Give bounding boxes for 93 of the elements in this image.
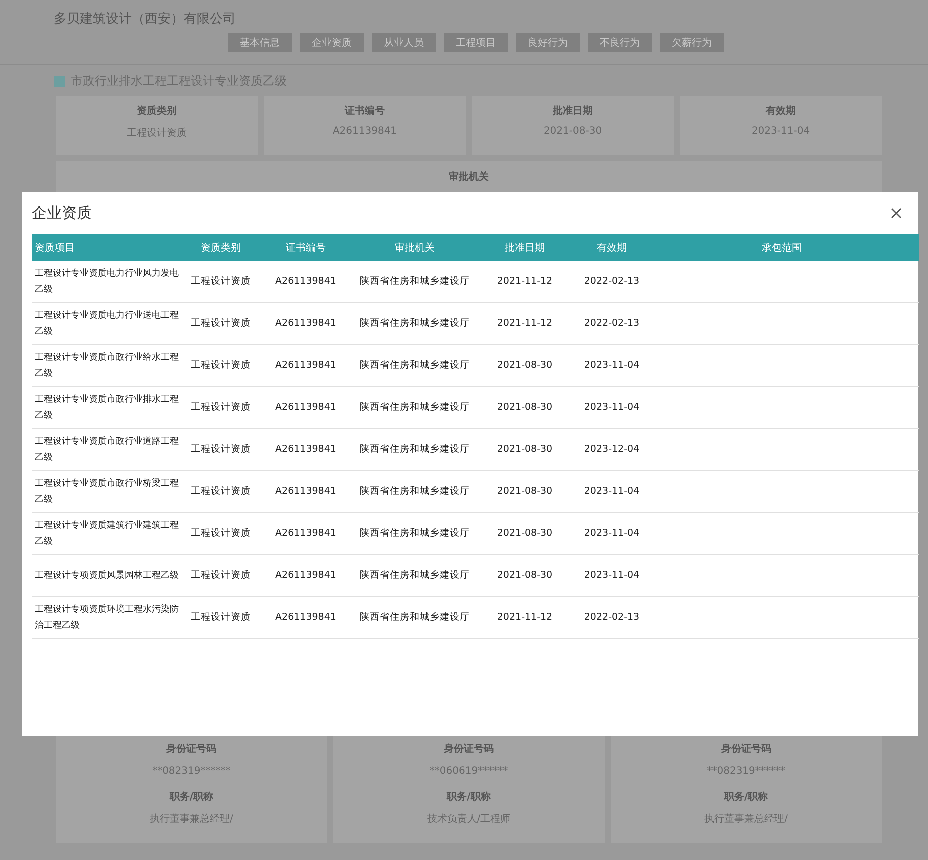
table-cell: 2021-11-12: [471, 596, 579, 638]
table-cell: 2023-11-04: [579, 344, 645, 386]
table-cell: 工程设计资质: [189, 596, 253, 638]
table-cell: 陕西省住房和城乡建设厅: [359, 596, 471, 638]
table-cell: 工程设计资质: [189, 386, 253, 428]
card-value: 2021-08-30: [544, 126, 602, 137]
table-cell: 工程设计专业资质电力行业风力发电乙级: [32, 261, 189, 302]
card-value: **082319******: [707, 765, 786, 779]
nav-tab[interactable]: 欠薪行为: [660, 33, 724, 52]
card-label: 资质类别: [137, 104, 177, 118]
card-value: **082319******: [152, 765, 231, 779]
nav-tab[interactable]: 企业资质: [300, 33, 364, 52]
table-cell: 2023-11-04: [579, 512, 645, 554]
card-label: 身份证号码: [166, 743, 217, 757]
table-cell: 陕西省住房和城乡建设厅: [359, 344, 471, 386]
table-cell: 工程设计专项资质环境工程水污染防治工程乙级: [32, 596, 189, 638]
table-cell: 工程设计专业资质市政行业排水工程乙级: [32, 386, 189, 428]
column-header: 批准日期: [471, 234, 579, 261]
table-cell: 工程设计专项资质风景园林工程乙级: [32, 554, 189, 596]
table-cell: 陕西省住房和城乡建设厅: [359, 512, 471, 554]
card-value: 2023-11-04: [752, 126, 810, 137]
table-cell: 2021-11-12: [471, 261, 579, 302]
table-cell: 2022-02-13: [579, 302, 645, 344]
card-value: **060619******: [430, 765, 508, 779]
table-cell: 2021-08-30: [471, 428, 579, 470]
table-cell: A261139841: [253, 596, 359, 638]
table-cell: 工程设计资质: [189, 261, 253, 302]
column-header: 资质类别: [189, 234, 253, 261]
column-header: 资质项目: [32, 234, 189, 261]
table-cell: 工程设计资质: [189, 344, 253, 386]
table-cell: 工程设计资质: [189, 470, 253, 512]
column-header: 证书编号: [253, 234, 359, 261]
nav-tab[interactable]: 工程项目: [444, 33, 508, 52]
table-cell: 工程设计资质: [189, 428, 253, 470]
nav-tab[interactable]: 不良行为: [588, 33, 652, 52]
card-label: 职务/职称: [170, 791, 214, 805]
table-cell: A261139841: [253, 386, 359, 428]
table-cell: 工程设计资质: [189, 302, 253, 344]
table-cell: 工程设计专业资质市政行业桥梁工程乙级: [32, 470, 189, 512]
column-header: 审批机关: [359, 234, 471, 261]
table-cell: 工程设计资质: [189, 554, 253, 596]
table-cell: 工程设计资质: [189, 512, 253, 554]
nav-tab[interactable]: 从业人员: [372, 33, 436, 52]
card-value: A261139841: [332, 126, 398, 137]
card-label: 证书编号: [345, 104, 385, 118]
card-value: 执行董事兼总经理/: [150, 813, 234, 827]
table-cell: 2021-08-30: [471, 386, 579, 428]
card-value: 工程设计资质: [127, 126, 187, 140]
card-label: 身份证号码: [444, 743, 494, 757]
close-icon: [891, 208, 902, 218]
table-cell: 陕西省住房和城乡建设厅: [359, 554, 471, 596]
table-cell: 工程设计专业资质市政行业给水工程乙级: [32, 344, 189, 386]
table-cell: A261139841: [253, 344, 359, 386]
table-cell: A261139841: [253, 554, 359, 596]
table-cell: 陕西省住房和城乡建设厅: [359, 428, 471, 470]
table-cell: 2021-08-30: [471, 554, 579, 596]
table-cell: 2021-08-30: [471, 470, 579, 512]
table-cell: 2023-11-04: [579, 554, 645, 596]
table-cell: 2023-11-04: [579, 386, 645, 428]
card-label: 批准日期: [553, 104, 593, 118]
table-cell: 2021-11-12: [471, 302, 579, 344]
modal-title: 企业资质: [32, 204, 92, 222]
column-header: 承包范围: [645, 234, 919, 261]
card-label: 身份证号码: [721, 743, 772, 757]
card-label: 职务/职称: [724, 791, 768, 805]
table-cell: 工程设计专业资质电力行业送电工程乙级: [32, 302, 189, 344]
table-cell: A261139841: [253, 302, 359, 344]
table-cell: 2023-12-04: [579, 428, 645, 470]
table-cell: A261139841: [253, 512, 359, 554]
table-cell: 2022-02-13: [579, 261, 645, 302]
company-name: 多贝建筑设计（西安）有限公司: [54, 11, 237, 29]
table-cell: A261139841: [253, 261, 359, 302]
table-cell: 2023-11-04: [579, 470, 645, 512]
table-cell: 陕西省住房和城乡建设厅: [359, 302, 471, 344]
table-cell: 工程设计专业资质建筑行业建筑工程乙级: [32, 512, 189, 554]
table-cell: 2021-08-30: [471, 344, 579, 386]
card-label: 有效期: [766, 104, 796, 118]
table-cell: 2022-02-13: [579, 596, 645, 638]
table-cell: A261139841: [253, 470, 359, 512]
column-header: 有效期: [579, 234, 645, 261]
card-value: 技术负责人/工程师: [427, 813, 511, 827]
nav-tab[interactable]: 基本信息: [228, 33, 292, 52]
card-label: 职务/职称: [447, 791, 491, 805]
table-cell: 陕西省住房和城乡建设厅: [359, 261, 471, 302]
card-value: 执行董事兼总经理/: [704, 813, 788, 827]
card-label: 审批机关: [449, 170, 489, 184]
table-cell: 2021-08-30: [471, 512, 579, 554]
table-cell: 陕西省住房和城乡建设厅: [359, 470, 471, 512]
table-cell: 工程设计专业资质市政行业道路工程乙级: [32, 428, 189, 470]
table-cell: A261139841: [253, 428, 359, 470]
nav-tab[interactable]: 良好行为: [516, 33, 580, 52]
table-cell: 陕西省住房和城乡建设厅: [359, 386, 471, 428]
square-icon: [54, 76, 65, 87]
